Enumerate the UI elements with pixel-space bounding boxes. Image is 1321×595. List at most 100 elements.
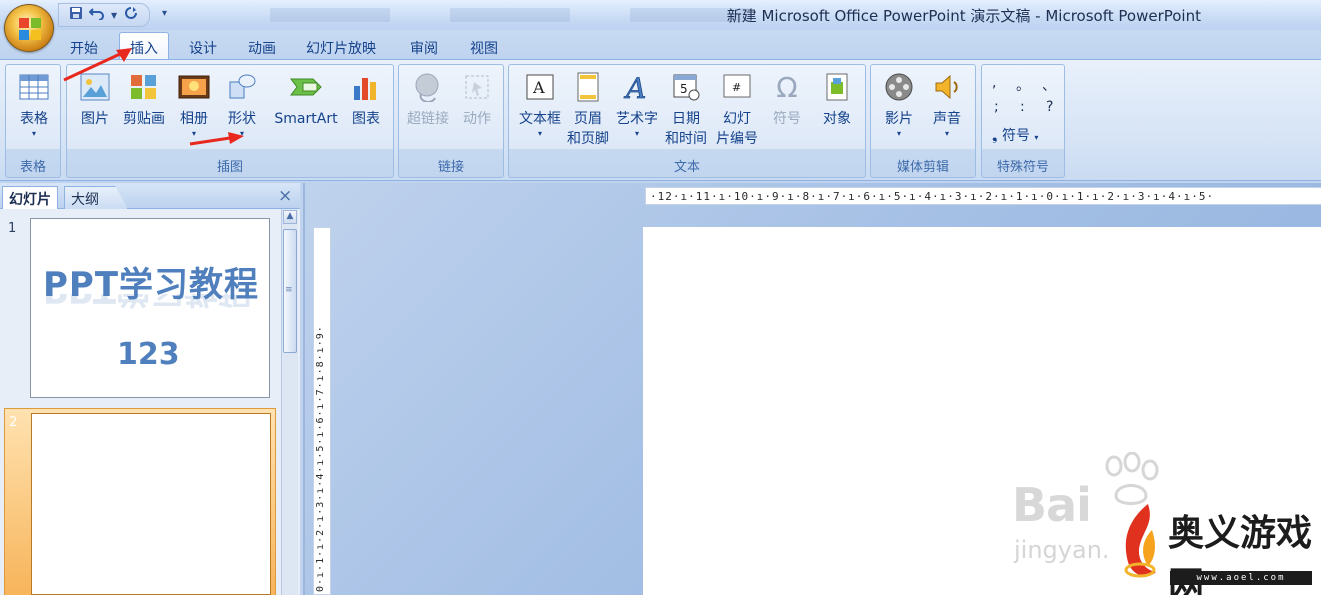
group-links: 超链接 动作 链接: [398, 64, 504, 178]
header-footer-label-1: 页眉: [574, 111, 602, 127]
special-symbol-label: 符号: [1001, 128, 1030, 144]
slides-scrollbar[interactable]: ▲ ≡: [281, 209, 298, 595]
symbol-comma[interactable]: ,: [992, 75, 996, 91]
group-label-illustrations: 插图: [216, 160, 243, 175]
symbol-label: 符号: [773, 111, 801, 127]
slide-thumbnail-1[interactable]: PPT学习教程 PPT学习教程 123: [30, 218, 270, 398]
vertical-ruler-scale: 0·ı·1·ı·2·ı·3·ı·4·ı·5·ı·6·ı·7·ı·8·ı·9·: [315, 325, 326, 592]
office-logo-icon: [19, 18, 41, 40]
shapes-icon: [225, 71, 259, 103]
wordart-button[interactable]: A 艺术字 ▾: [613, 71, 661, 139]
slide-number-icon: #: [720, 71, 754, 103]
tab-slides-panel[interactable]: 幻灯片: [2, 186, 58, 209]
tab-design[interactable]: 设计: [181, 36, 225, 60]
group-label-links: 链接: [437, 160, 464, 175]
group-label-tables: 表格: [19, 160, 46, 175]
tab-outline-panel[interactable]: 大纲: [64, 186, 128, 209]
datetime-label-2: 和时间: [665, 131, 707, 147]
slide-thumbnail-2-selected[interactable]: 2: [4, 408, 276, 595]
slide-number-label-2: 片编号: [716, 131, 758, 147]
scroll-up-icon[interactable]: ▲: [283, 210, 297, 224]
symbol-button[interactable]: Ω 符号: [767, 71, 807, 129]
speaker-icon: [930, 71, 964, 103]
header-footer-button[interactable]: 页眉 和页脚: [563, 71, 613, 149]
svg-text:A: A: [532, 78, 545, 97]
datetime-label-1: 日期: [672, 111, 700, 127]
table-button[interactable]: 表格 ▾: [12, 71, 56, 139]
movie-button[interactable]: 影片 ▾: [877, 71, 921, 139]
smartart-button[interactable]: SmartArt: [269, 71, 343, 129]
smartart-icon: [289, 71, 323, 103]
annotation-arrow-insert-tab: [63, 48, 132, 82]
slide-number-label-1: 幻灯: [723, 111, 751, 127]
slide-number-button[interactable]: # 幻灯 片编号: [713, 71, 761, 149]
sound-label: 声音: [933, 111, 961, 127]
panel-tabs: 幻灯片 大纲: [0, 183, 300, 209]
slide-thumbnail-2[interactable]: [31, 413, 271, 595]
chart-label: 图表: [352, 111, 380, 127]
slides-pane: 1 PPT学习教程 PPT学习教程 123 2: [0, 209, 300, 595]
dropdown-icon: ▾: [537, 129, 542, 138]
baidu-watermark: Bai: [1012, 478, 1092, 532]
symbol-semicolon[interactable]: ;: [994, 99, 999, 115]
tab-slideshow[interactable]: 幻灯片放映: [298, 36, 384, 60]
window-title: 新建 Microsoft Office PowerPoint 演示文稿 - Mi…: [726, 7, 1201, 25]
album-button[interactable]: 相册 ▾: [173, 71, 215, 139]
bullet-symbol-icon: ❟: [992, 128, 998, 144]
tab-review[interactable]: 审阅: [402, 36, 446, 60]
action-button[interactable]: 动作: [455, 71, 499, 129]
flame-logo-icon: [1124, 504, 1156, 578]
table-label: 表格: [20, 111, 48, 127]
sound-button[interactable]: 声音 ▾: [925, 71, 969, 139]
chart-icon: [349, 71, 383, 103]
datetime-button[interactable]: 5 日期 和时间: [663, 71, 709, 149]
wordart-icon: A: [620, 71, 654, 103]
undo-dropdown-icon[interactable]: ▼: [111, 11, 117, 20]
object-label: 对象: [823, 111, 851, 127]
header-footer-label-2: 和页脚: [567, 131, 609, 147]
undo-icon[interactable]: [88, 6, 105, 24]
quick-access-toolbar: ▼: [58, 3, 151, 27]
textbox-icon: A: [523, 71, 557, 103]
customize-qat-icon[interactable]: ▾: [162, 8, 167, 19]
dropdown-icon: ▾: [896, 129, 901, 138]
globe-link-icon: [411, 71, 445, 103]
shapes-button[interactable]: 形状 ▾: [221, 71, 263, 139]
slide-number: 1: [8, 221, 17, 236]
grip-icon: ≡: [285, 285, 293, 295]
smartart-label: SmartArt: [274, 111, 338, 127]
svg-text:5: 5: [680, 82, 688, 96]
title-bar: ▼ ▾ 新建 Microsoft Office PowerPoint 演示文稿 …: [0, 0, 1321, 30]
object-icon: [820, 71, 854, 103]
dropdown-icon: ▾: [1034, 133, 1039, 142]
hyperlink-button[interactable]: 超链接: [403, 71, 453, 129]
table-icon: [17, 71, 51, 103]
shapes-label: 形状: [228, 111, 256, 127]
save-icon[interactable]: [69, 6, 83, 24]
photo-album-icon: [177, 71, 211, 103]
symbol-period[interactable]: 。: [1016, 75, 1030, 95]
clipart-label: 剪贴画: [123, 111, 165, 127]
svg-text:#: #: [732, 81, 741, 94]
redo-icon[interactable]: [123, 6, 139, 24]
textbox-label: 文本框: [519, 111, 561, 127]
omega-icon: Ω: [776, 70, 798, 104]
tab-view[interactable]: 视图: [462, 36, 506, 60]
object-button[interactable]: 对象: [815, 71, 859, 129]
group-special-symbols: , 。 、 ; : ? ❟ 符号 ▾ 特殊符号: [981, 64, 1065, 178]
symbol-question[interactable]: ?: [1046, 99, 1053, 115]
symbol-colon[interactable]: :: [1020, 99, 1025, 115]
textbox-button[interactable]: A 文本框 ▾: [513, 71, 567, 139]
header-footer-icon: [571, 71, 605, 103]
calendar-icon: 5: [669, 71, 703, 103]
symbol-enumeration-comma[interactable]: 、: [1042, 75, 1056, 95]
chart-button[interactable]: 图表: [345, 71, 387, 129]
action-label: 动作: [463, 111, 491, 127]
slide-subtitle: 123: [117, 337, 180, 372]
close-panel-icon[interactable]: ×: [278, 186, 292, 206]
group-label-media: 媒体剪辑: [896, 160, 949, 175]
annotation-arrow-shapes: [189, 132, 244, 146]
office-button[interactable]: [4, 4, 54, 52]
tab-animation[interactable]: 动画: [240, 36, 284, 60]
special-symbol-button[interactable]: ❟ 符号 ▾: [992, 125, 1038, 145]
